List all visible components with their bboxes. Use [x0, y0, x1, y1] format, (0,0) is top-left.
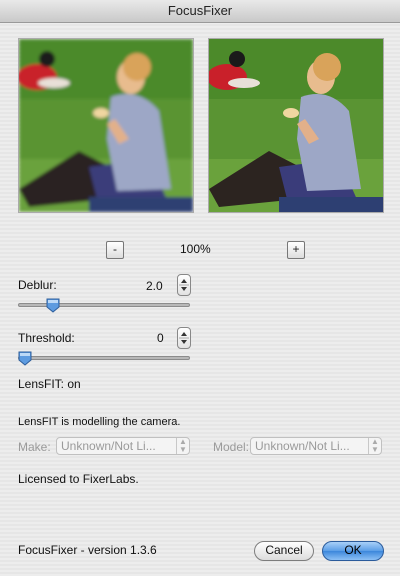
zoom-in-button[interactable]: +: [287, 241, 305, 259]
preview-fixed-image: [208, 38, 384, 213]
make-select-value: Unknown/Not Li...: [61, 439, 156, 453]
make-select[interactable]: Unknown/Not Li... ▲ ▼: [56, 437, 190, 455]
make-label: Make:: [18, 440, 51, 454]
cancel-button[interactable]: Cancel: [254, 541, 314, 561]
model-select[interactable]: Unknown/Not Li... ▲ ▼: [250, 437, 382, 455]
deblur-slider-thumb[interactable]: [46, 298, 60, 313]
license-text: Licensed to FixerLabs.: [18, 472, 139, 486]
preview-original-image: [18, 38, 194, 213]
zoom-level: 100%: [180, 242, 211, 256]
window-title: FocusFixer: [0, 0, 400, 23]
deblur-value[interactable]: 2.0: [146, 279, 163, 293]
deblur-label: Deblur:: [18, 278, 57, 292]
ok-button[interactable]: OK: [322, 541, 384, 561]
zoom-out-button[interactable]: -: [106, 241, 124, 259]
deblur-stepper[interactable]: [177, 274, 191, 296]
deblur-slider-track[interactable]: [18, 303, 190, 307]
lensfit-modelling-text: LensFIT is modelling the camera.: [18, 416, 181, 428]
make-select-arrows-icon: ▲ ▼: [176, 438, 189, 454]
threshold-label: Threshold:: [18, 331, 75, 345]
threshold-value[interactable]: 0: [157, 331, 164, 345]
focusfixer-window: FocusFixer - 100% + Deblur: 2.0 Threshol…: [0, 0, 400, 576]
model-label: Model:: [213, 440, 250, 454]
version-text: FocusFixer - version 1.3.6: [18, 543, 157, 557]
threshold-slider-track[interactable]: [18, 356, 190, 360]
threshold-slider-thumb[interactable]: [18, 351, 32, 366]
lensfit-status: LensFIT: on: [18, 377, 81, 391]
model-select-arrows-icon: ▲ ▼: [368, 438, 381, 454]
threshold-stepper[interactable]: [177, 327, 191, 349]
model-select-value: Unknown/Not Li...: [255, 439, 350, 453]
